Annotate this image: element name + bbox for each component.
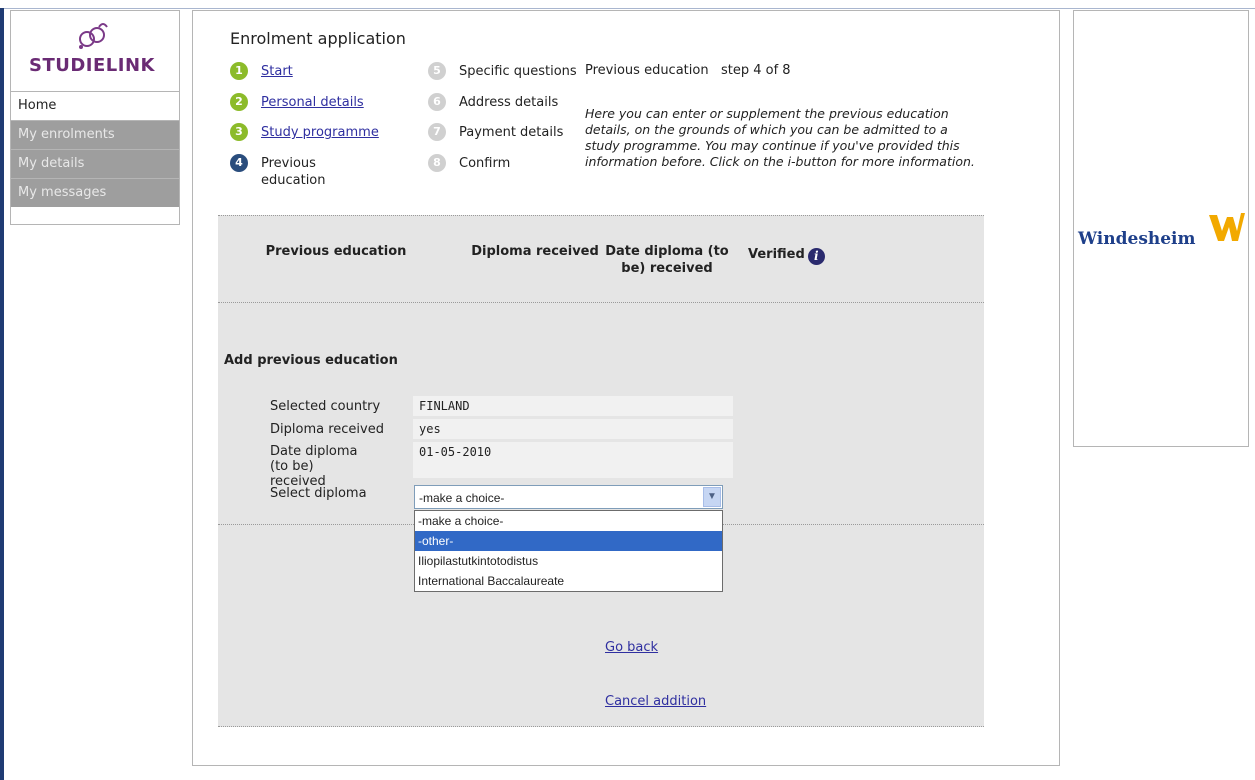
education-panel: Previous education Diploma received Date… [218,215,984,727]
step-label-confirm: Confirm [459,156,511,171]
windesheim-logo-text: Windesheim [1078,229,1196,249]
dropdown-option[interactable]: International Baccalaureate [415,571,722,591]
step-label-specific-questions: Specific questions [459,64,577,79]
step-link-study-programme[interactable]: Study programme [261,124,379,141]
column-header-diploma-received: Diploma received [471,244,599,259]
window-top-border [0,8,1255,9]
sidebar-item-my-enrolments[interactable]: My enrolments [11,120,179,149]
date-diploma-value: 01-05-2010 [413,442,733,478]
step-info-title: Previous education [585,63,709,78]
studielink-logo-icon [79,23,108,49]
studielink-logo-text: STUDIELINK [29,55,155,76]
column-header-previous-education: Previous education [265,244,407,259]
main-content: Enrolment application 1 Start 2 Personal… [192,10,1060,766]
partner-banner[interactable]: Windesheim [1073,10,1249,447]
verified-label: Verified [748,247,805,262]
info-icon[interactable]: i [807,248,825,265]
step-label-payment-details: Payment details [459,125,564,140]
step-number: 5 [428,62,446,80]
windesheim-logo-icon [1209,213,1245,241]
diploma-received-label: Diploma received [270,422,384,437]
sidebar-item-my-messages[interactable]: My messages [11,178,179,207]
sidebar-item-my-details[interactable]: My details [11,149,179,178]
go-back-link[interactable]: Go back [605,640,658,655]
studielink-logo[interactable]: STUDIELINK [11,11,179,91]
sidebar-item-home[interactable]: Home [11,91,179,120]
selected-country-label: Selected country [270,399,381,414]
page-title: Enrolment application [230,29,406,48]
step-label-previous-education: Previous education [261,156,326,188]
step-link-personal-details[interactable]: Personal details [261,94,364,111]
step-number: 3 [230,123,248,141]
step-number: 6 [428,93,446,111]
select-diploma-value: -make a choice- [419,491,505,505]
step-info-text: Here you can enter or supplement the pre… [585,106,975,169]
add-education-heading: Add previous education [224,353,398,368]
select-diploma-label: Select diploma [270,486,367,501]
select-diploma-dropdown[interactable]: -make a choice- ▼ [414,485,723,509]
step-number: 7 [428,123,446,141]
diploma-received-value: yes [413,419,733,439]
dropdown-option[interactable]: -make a choice- [415,511,722,531]
chevron-down-icon[interactable]: ▼ [703,487,721,507]
date-diploma-label: Date diploma (to be) received [270,444,358,489]
step-info-counter: step 4 of 8 [720,63,791,78]
column-header-date-diploma: Date diploma (to be) received [605,244,729,276]
select-diploma-options[interactable]: -make a choice- -other- Iliopilastutkint… [414,510,723,592]
dropdown-option[interactable]: Iliopilastutkintotodistus [415,551,722,571]
dropdown-option-highlighted[interactable]: -other- [415,531,722,551]
sidebar: STUDIELINK Home My enrolments My details… [10,10,180,225]
window-left-border [0,8,4,780]
selected-country-value: FINLAND [413,396,733,416]
column-header-verified: Verified i [748,246,848,265]
cancel-addition-link[interactable]: Cancel addition [605,694,706,709]
step-number: 8 [428,154,446,172]
step-number: 1 [230,62,248,80]
step-info-heading: Previous education step 4 of 8 [585,63,791,78]
step-number: 4 [230,154,248,172]
divider [218,302,984,303]
step-label-address-details: Address details [459,95,559,110]
step-number: 2 [230,93,248,111]
step-link-start[interactable]: Start [261,63,293,80]
